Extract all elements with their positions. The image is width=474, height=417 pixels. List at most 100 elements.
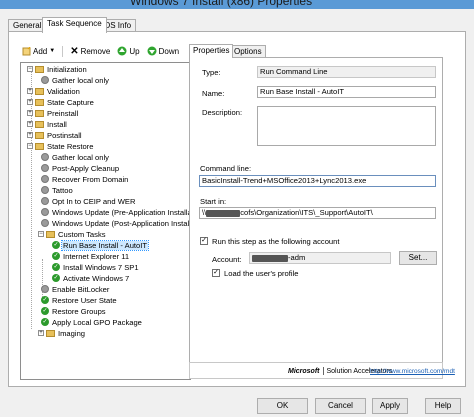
tree-node-custom-tasks[interactable]: − Custom Tasks (38, 229, 107, 239)
type-label: Type: (202, 68, 221, 77)
tree-node-state-restore[interactable]: − State Restore (27, 141, 94, 151)
collapse-icon[interactable]: − (38, 231, 44, 237)
account-suffix: -adm (288, 253, 306, 262)
type-field: Run Command Line (257, 66, 436, 78)
command-line-label: Command line: (200, 164, 252, 173)
name-label: Name: (202, 89, 225, 98)
expand-icon[interactable]: + (27, 99, 33, 105)
tree-node-install[interactable]: + Install (27, 119, 68, 129)
footer-brand-bar: Microsoft Solution Accelerators http://w… (189, 362, 455, 379)
gear-icon (41, 186, 49, 194)
check-icon: ✓ (41, 296, 49, 304)
expand-icon[interactable]: + (38, 330, 44, 336)
tree-node-internet-explorer[interactable]: ✓ Internet Explorer 11 (52, 251, 130, 261)
command-line-field[interactable]: BasicInstall-Trend+MSOffice2013+Lync2013… (199, 175, 436, 187)
arrow-down-icon (147, 46, 157, 56)
remove-button[interactable]: ✕ Remove (70, 46, 110, 56)
tree-node-preinstall[interactable]: + Preinstall (27, 108, 79, 118)
folder-icon (46, 230, 55, 238)
down-label: Down (158, 46, 180, 56)
check-icon: ✓ (52, 263, 60, 271)
name-field[interactable]: Run Base Install - AutoIT (257, 86, 436, 98)
tree-node-validation[interactable]: + Validation (27, 86, 81, 96)
gear-icon (41, 153, 49, 161)
run-as-account-label: Run this step as the following account (212, 237, 340, 246)
set-account-button[interactable]: Set... (399, 251, 437, 265)
check-icon: ✓ (52, 252, 60, 260)
expand-icon[interactable]: + (27, 110, 33, 116)
tree-node-tattoo[interactable]: Tattoo (41, 185, 74, 195)
tree-node-opt-in-ceip[interactable]: Opt In to CEIP and WER (41, 196, 136, 206)
tree-node-install-win7-sp1[interactable]: ✓ Install Windows 7 SP1 (52, 262, 140, 272)
tab-properties[interactable]: Properties (189, 44, 234, 58)
gear-icon (41, 76, 49, 84)
gear-icon (41, 285, 49, 293)
tab-options[interactable]: Options (230, 45, 266, 57)
check-icon: ✓ (41, 318, 49, 326)
tree-node-gather[interactable]: Gather local only (41, 75, 110, 85)
collapse-icon[interactable]: − (27, 143, 33, 149)
run-as-account-checkbox[interactable]: ✓ (200, 237, 208, 245)
folder-icon (35, 142, 44, 150)
redacted-block (252, 254, 288, 262)
cancel-button[interactable]: Cancel (315, 398, 366, 414)
toolbar: Add ▼ ✕ Remove Up Down (22, 45, 179, 57)
account-field: -adm (249, 252, 391, 264)
folder-icon (46, 329, 55, 337)
tree-node-gather-2[interactable]: Gather local only (41, 152, 110, 162)
up-button[interactable]: Up (117, 46, 140, 56)
tab-task-sequence[interactable]: Task Sequence (42, 17, 107, 33)
folder-icon (35, 65, 44, 73)
check-icon: ✓ (52, 274, 60, 282)
gear-icon (41, 219, 49, 227)
expand-icon[interactable]: + (27, 121, 33, 127)
gear-icon (41, 197, 49, 205)
down-button[interactable]: Down (147, 46, 179, 56)
apply-button[interactable]: Apply (372, 398, 408, 414)
add-label: Add (33, 46, 48, 56)
add-button[interactable]: Add ▼ (22, 46, 55, 56)
task-sequence-tree[interactable]: − Initialization Gather local only + Val… (20, 62, 191, 380)
tree-node-run-base-install[interactable]: ✓ Run Base Install - AutoIT (52, 239, 149, 251)
window-title: Windows 7 Install (x86) Properties (130, 0, 313, 8)
collapse-icon[interactable]: − (27, 66, 33, 72)
tree-node-enable-bitlocker[interactable]: Enable BitLocker (41, 284, 110, 294)
gear-icon (41, 164, 49, 172)
gear-icon (41, 175, 49, 183)
load-profile-checkbox[interactable]: ✓ (212, 269, 220, 277)
expand-icon[interactable]: + (27, 88, 33, 94)
tree-node-restore-groups[interactable]: ✓ Restore Groups (41, 306, 107, 316)
tree-node-windows-update-post[interactable]: Windows Update (Post-Application Install… (41, 218, 190, 228)
tree-node-state-capture[interactable]: + State Capture (27, 97, 95, 107)
tree-node-activate-win7[interactable]: ✓ Activate Windows 7 (52, 273, 130, 283)
description-label: Description: (202, 108, 243, 117)
tree-node-initialization[interactable]: − Initialization (27, 64, 88, 74)
ok-button[interactable]: OK (257, 398, 308, 414)
account-label: Account: (212, 255, 242, 264)
properties-panel: Type: Run Command Line Name: Run Base In… (189, 57, 443, 379)
start-in-label: Start in: (200, 197, 227, 206)
tree-node-postinstall[interactable]: + Postinstall (27, 130, 83, 140)
tree-node-post-apply-cleanup[interactable]: Post-Apply Cleanup (41, 163, 120, 173)
gear-icon (41, 208, 49, 216)
redacted-block (206, 209, 241, 217)
add-icon (22, 46, 31, 55)
folder-icon (35, 98, 44, 106)
help-button[interactable]: Help (425, 398, 461, 414)
tree-node-recover-domain[interactable]: Recover From Domain (41, 174, 129, 184)
tree-node-restore-user-state[interactable]: ✓ Restore User State (41, 295, 118, 305)
start-in-field[interactable]: \\ cofs\Organization\ITS\_Support\AutoIT\ (199, 207, 436, 219)
folder-icon (35, 109, 44, 117)
tree-node-windows-update-pre[interactable]: Windows Update (Pre-Application Installa (41, 207, 190, 217)
tree-node-apply-gpo[interactable]: ✓ Apply Local GPO Package (41, 317, 143, 327)
check-icon: ✓ (52, 241, 60, 249)
tree-node-imaging[interactable]: + Imaging (38, 328, 86, 338)
arrow-up-icon (117, 46, 127, 56)
folder-icon (35, 87, 44, 95)
expand-icon[interactable]: + (27, 132, 33, 138)
divider (322, 367, 324, 375)
toolbar-separator (62, 45, 64, 57)
mdt-link[interactable]: http://www.microsoft.com/mdt (370, 368, 455, 375)
load-profile-label: Load the user's profile (224, 269, 299, 278)
description-field[interactable] (257, 106, 436, 146)
